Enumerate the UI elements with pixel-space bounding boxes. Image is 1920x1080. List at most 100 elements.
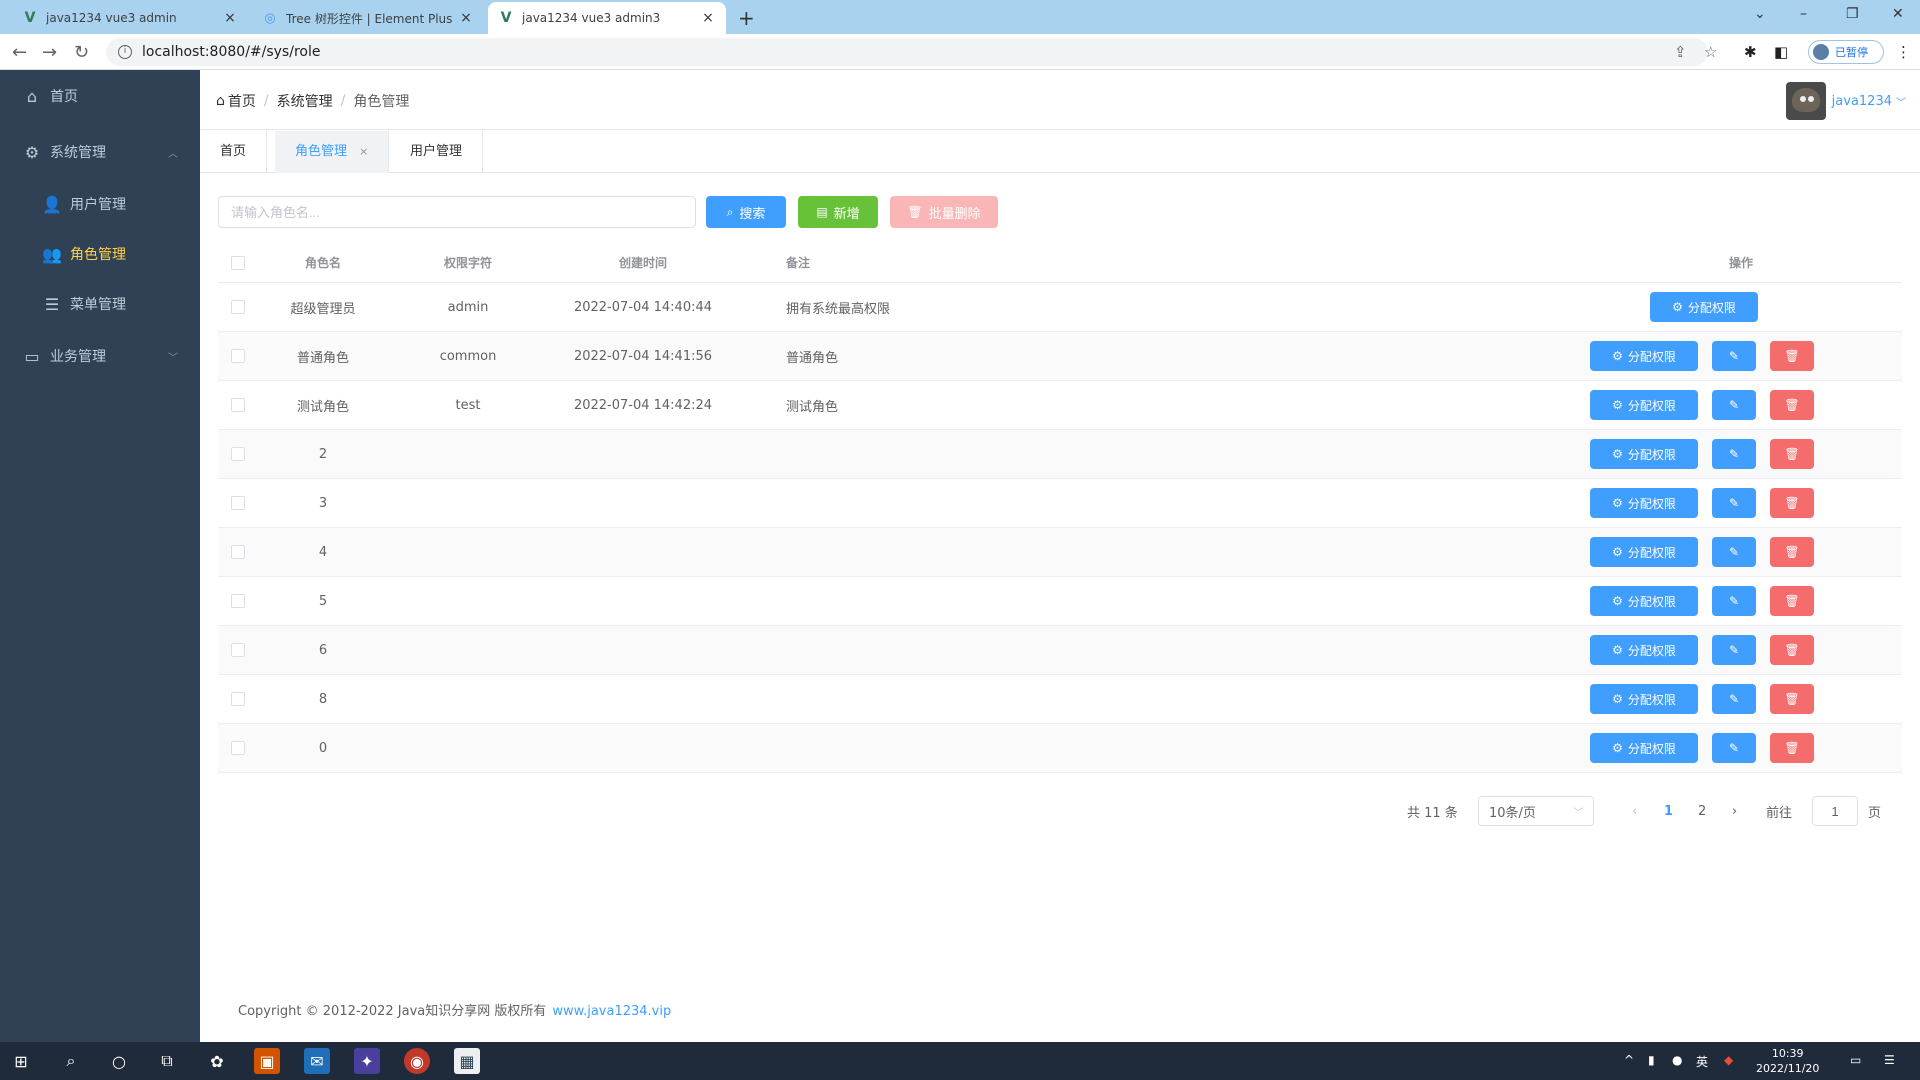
row-checkbox[interactable]	[231, 447, 245, 461]
cortana-icon[interactable]: ○	[106, 1048, 132, 1074]
tray-expand-icon[interactable]: ^	[1624, 1053, 1634, 1067]
delete-button[interactable]: 🗑	[1770, 586, 1814, 616]
delete-button[interactable]: 🗑	[1770, 439, 1814, 469]
select-all-checkbox[interactable]	[231, 255, 245, 270]
assign-permission-button[interactable]: ⚙ 分配权限	[1590, 439, 1698, 469]
forward-icon[interactable]: →	[42, 42, 57, 63]
browser-tab-2[interactable]: ◎ Tree 树形控件 | Element Plus ×	[252, 2, 484, 34]
back-icon[interactable]: ←	[12, 42, 27, 63]
search-input[interactable]	[218, 196, 696, 228]
edit-button[interactable]: ✎	[1712, 635, 1756, 665]
edit-button[interactable]: ✎	[1712, 733, 1756, 763]
row-checkbox[interactable]	[231, 349, 245, 363]
input-language[interactable]: 英	[1696, 1053, 1708, 1070]
search-icon[interactable]: ⌕	[58, 1048, 84, 1074]
assign-permission-button[interactable]: ⚙ 分配权限	[1590, 586, 1698, 616]
search-button[interactable]: ⌕ 搜索	[706, 196, 786, 228]
user-dropdown[interactable]: java1234 ﹀	[1785, 82, 1906, 120]
kebab-menu-icon[interactable]: ⋮	[1896, 43, 1911, 61]
info-icon[interactable]: i	[118, 45, 132, 59]
tab-home[interactable]: 首页	[200, 131, 268, 173]
sidebar-item-home[interactable]: ⌂ 首页	[0, 70, 200, 122]
antivirus-icon[interactable]: ●	[1672, 1053, 1682, 1067]
profile-button[interactable]: 已暂停	[1808, 40, 1884, 64]
breadcrumb-home[interactable]: 首页	[228, 91, 256, 111]
tab-roles[interactable]: 角色管理 ×	[275, 131, 390, 173]
edit-button[interactable]: ✎	[1712, 537, 1756, 567]
delete-button[interactable]: 🗑	[1770, 684, 1814, 714]
action-center-icon[interactable]: ☰	[1884, 1053, 1895, 1067]
delete-button[interactable]: 🗑	[1770, 635, 1814, 665]
new-tab-button[interactable]: +	[738, 6, 755, 30]
edit-button[interactable]: ✎	[1712, 439, 1756, 469]
close-icon[interactable]: ×	[222, 10, 238, 26]
close-icon[interactable]: ×	[700, 10, 716, 26]
extensions-icon[interactable]: ✱	[1744, 43, 1757, 61]
sidebar-item-menus[interactable]: ☰ 菜单管理	[0, 278, 200, 330]
reload-icon[interactable]: ↻	[74, 42, 89, 63]
assign-permission-button[interactable]: ⚙ 分配权限	[1650, 292, 1758, 322]
star-icon[interactable]: ☆	[1704, 43, 1717, 61]
edit-button[interactable]: ✎	[1712, 684, 1756, 714]
breadcrumb-system[interactable]: 系统管理	[277, 91, 333, 111]
edit-button[interactable]: ✎	[1712, 586, 1756, 616]
task-view-icon[interactable]: ⧉	[154, 1048, 180, 1074]
row-checkbox[interactable]	[231, 300, 245, 314]
add-button[interactable]: ▤ 新增	[798, 196, 878, 228]
sidebar-item-users[interactable]: 👤 用户管理	[0, 178, 200, 230]
app-tray-icon[interactable]: ◆	[1724, 1053, 1733, 1067]
delete-button[interactable]: 🗑	[1770, 390, 1814, 420]
delete-button[interactable]: 🗑	[1770, 537, 1814, 567]
minimize-icon[interactable]: –	[1800, 6, 1807, 22]
sidebar-item-business[interactable]: ▭ 业务管理 ﹀	[0, 330, 200, 382]
delete-button[interactable]: 🗑	[1770, 733, 1814, 763]
row-checkbox[interactable]	[231, 643, 245, 657]
delete-button[interactable]: 🗑	[1770, 341, 1814, 371]
page-number[interactable]: 2	[1698, 795, 1706, 827]
url-field[interactable]: i localhost:8080/#/sys/role	[106, 38, 1708, 66]
row-checkbox[interactable]	[231, 741, 245, 755]
app-icon[interactable]: ▦	[454, 1048, 480, 1074]
taskbar-clock[interactable]: 10:39 2022/11/20	[1756, 1046, 1819, 1076]
assign-permission-button[interactable]: ⚙ 分配权限	[1590, 537, 1698, 567]
tab-users[interactable]: 用户管理	[390, 131, 484, 173]
app-icon[interactable]: ✿	[204, 1048, 230, 1074]
notification-icon[interactable]: ▭	[1850, 1053, 1861, 1067]
close-window-icon[interactable]: ✕	[1892, 6, 1904, 22]
row-checkbox[interactable]	[231, 692, 245, 706]
app-icon[interactable]: ▣	[254, 1048, 280, 1074]
row-checkbox[interactable]	[231, 496, 245, 510]
goto-page-input[interactable]	[1812, 796, 1858, 826]
browser-tab-1[interactable]: V java1234 vue3 admin ×	[12, 2, 248, 34]
sidebar-item-system[interactable]: ⚙ 系统管理 ︿	[0, 126, 200, 178]
page-size-select[interactable]: 10条/页 ﹀	[1478, 796, 1594, 826]
network-icon[interactable]: ▮	[1648, 1053, 1655, 1067]
app-icon[interactable]: ✦	[354, 1048, 380, 1074]
edit-button[interactable]: ✎	[1712, 390, 1756, 420]
batch-delete-button[interactable]: 🗑 批量删除	[890, 196, 998, 228]
row-checkbox[interactable]	[231, 398, 245, 412]
assign-permission-button[interactable]: ⚙ 分配权限	[1590, 733, 1698, 763]
tab-search-icon[interactable]: ⌄	[1754, 6, 1766, 22]
page-number[interactable]: 1	[1664, 795, 1673, 827]
share-icon[interactable]: ⇪	[1674, 43, 1687, 61]
edit-button[interactable]: ✎	[1712, 488, 1756, 518]
restore-icon[interactable]: ❐	[1846, 6, 1859, 22]
close-icon[interactable]: ×	[458, 10, 474, 26]
windows-start-icon[interactable]: ⊞	[8, 1048, 34, 1074]
row-checkbox[interactable]	[231, 594, 245, 608]
edit-button[interactable]: ✎	[1712, 341, 1756, 371]
close-icon[interactable]: ×	[359, 145, 368, 158]
assign-permission-button[interactable]: ⚙ 分配权限	[1590, 684, 1698, 714]
delete-button[interactable]: 🗑	[1770, 488, 1814, 518]
row-checkbox[interactable]	[231, 545, 245, 559]
sidepanel-icon[interactable]: ◧	[1774, 43, 1788, 61]
browser-tab-3[interactable]: V java1234 vue3 admin3 ×	[488, 2, 726, 34]
footer-link[interactable]: www.java1234.vip	[552, 1004, 671, 1019]
prev-page-button[interactable]: ‹	[1632, 795, 1637, 827]
app-icon[interactable]: ✉	[304, 1048, 330, 1074]
assign-permission-button[interactable]: ⚙ 分配权限	[1590, 390, 1698, 420]
next-page-button[interactable]: ›	[1732, 795, 1737, 827]
assign-permission-button[interactable]: ⚙ 分配权限	[1590, 488, 1698, 518]
sidebar-item-roles[interactable]: 👥 角色管理	[0, 228, 200, 280]
